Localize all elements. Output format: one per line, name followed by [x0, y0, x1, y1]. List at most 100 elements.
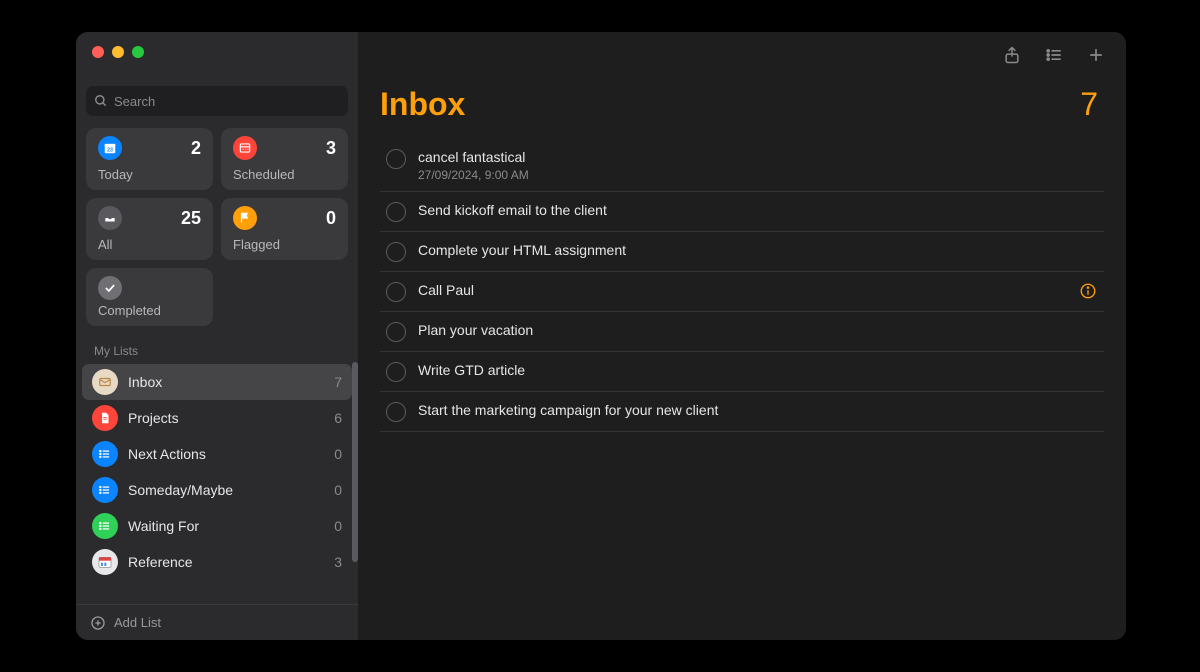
smart-completed-label: Completed [98, 303, 201, 318]
flag-icon [233, 206, 257, 230]
list-count: 0 [334, 482, 342, 498]
sidebar-list-projects[interactable]: Projects6 [82, 400, 352, 436]
list-bullets-icon [1044, 45, 1064, 65]
task-row[interactable]: Call Paul [380, 272, 1104, 312]
tray-icon [98, 206, 122, 230]
sidebar-list-waiting-for[interactable]: Waiting For0 [82, 508, 352, 544]
fullscreen-window-button[interactable] [132, 46, 144, 58]
add-list-label: Add List [114, 615, 161, 630]
smart-all-count: 25 [181, 208, 201, 229]
task-row[interactable]: cancel fantastical 27/09/2024, 9:00 AM [380, 139, 1104, 192]
list-total-count: 7 [1080, 86, 1098, 123]
task-row[interactable]: Plan your vacation [380, 312, 1104, 352]
add-list-button[interactable]: Add List [76, 604, 358, 640]
window-controls [76, 32, 358, 72]
calendar-grid-icon [233, 136, 257, 160]
list-count: 3 [334, 554, 342, 570]
plus-icon [1086, 45, 1106, 65]
task-complete-checkbox[interactable] [386, 242, 406, 262]
search-icon [94, 94, 108, 108]
task-complete-checkbox[interactable] [386, 362, 406, 382]
task-body: Write GTD article [418, 361, 1098, 379]
search-input[interactable] [114, 94, 340, 109]
smart-today[interactable]: 23 2 Today [86, 128, 213, 190]
list-name: Inbox [128, 374, 334, 390]
task-title: cancel fantastical [418, 148, 1098, 166]
list-icon [92, 405, 118, 431]
task-complete-checkbox[interactable] [386, 202, 406, 222]
smart-scheduled-count: 3 [326, 138, 336, 159]
task-body: Complete your HTML assignment [418, 241, 1098, 259]
task-row[interactable]: Start the marketing campaign for your ne… [380, 392, 1104, 432]
list-title: Inbox [380, 86, 465, 123]
view-options-button[interactable] [1044, 45, 1064, 65]
task-complete-checkbox[interactable] [386, 322, 406, 342]
task-body: Plan your vacation [418, 321, 1098, 339]
list-name: Someday/Maybe [128, 482, 334, 498]
sidebar-list-next-actions[interactable]: Next Actions0 [82, 436, 352, 472]
task-row[interactable]: Write GTD article [380, 352, 1104, 392]
share-icon [1002, 45, 1022, 65]
lists-container: Inbox7Projects6Next Actions0Someday/Mayb… [76, 364, 358, 604]
share-button[interactable] [1002, 45, 1022, 65]
task-title: Write GTD article [418, 361, 1098, 379]
smart-all-label: All [98, 237, 201, 252]
smart-completed[interactable]: Completed [86, 268, 213, 326]
task-row[interactable]: Send kickoff email to the client [380, 192, 1104, 232]
task-body: Send kickoff email to the client [418, 201, 1098, 219]
sidebar-list-inbox[interactable]: Inbox7 [82, 364, 352, 400]
list-icon [92, 477, 118, 503]
task-complete-checkbox[interactable] [386, 402, 406, 422]
smart-scheduled-label: Scheduled [233, 167, 336, 182]
sidebar-list-someday-maybe[interactable]: Someday/Maybe0 [82, 472, 352, 508]
task-subtitle: 27/09/2024, 9:00 AM [418, 168, 1098, 182]
smart-scheduled[interactable]: 3 Scheduled [221, 128, 348, 190]
task-title: Complete your HTML assignment [418, 241, 1098, 259]
smart-today-label: Today [98, 167, 201, 182]
task-body: Start the marketing campaign for your ne… [418, 401, 1098, 419]
new-reminder-button[interactable] [1086, 45, 1106, 65]
minimize-window-button[interactable] [112, 46, 124, 58]
sidebar-list-reference[interactable]: Reference3 [82, 544, 352, 580]
task-title: Send kickoff email to the client [418, 201, 1098, 219]
list-name: Projects [128, 410, 334, 426]
smart-flagged-count: 0 [326, 208, 336, 229]
smart-lists-grid: 23 2 Today 3 Scheduled [76, 128, 358, 260]
list-name: Next Actions [128, 446, 334, 462]
mylists-header: My Lists [76, 326, 358, 364]
list-count: 7 [334, 374, 342, 390]
task-title: Plan your vacation [418, 321, 1098, 339]
task-complete-checkbox[interactable] [386, 282, 406, 302]
svg-text:23: 23 [107, 148, 113, 154]
main-pane: Inbox 7 cancel fantastical 27/09/2024, 9:… [358, 32, 1126, 640]
task-title: Start the marketing campaign for your ne… [418, 401, 1098, 419]
task-complete-checkbox[interactable] [386, 149, 406, 169]
list-name: Waiting For [128, 518, 334, 534]
list-icon [92, 369, 118, 395]
task-row[interactable]: Complete your HTML assignment [380, 232, 1104, 272]
task-info-button[interactable] [1078, 281, 1098, 301]
list-icon [92, 441, 118, 467]
task-title: Call Paul [418, 281, 1078, 299]
smart-flagged-label: Flagged [233, 237, 336, 252]
app-window: 23 2 Today 3 Scheduled [76, 32, 1126, 640]
task-body: cancel fantastical 27/09/2024, 9:00 AM [418, 148, 1098, 182]
list-icon [92, 513, 118, 539]
list-count: 0 [334, 446, 342, 462]
smart-today-count: 2 [191, 138, 201, 159]
check-icon [98, 276, 122, 300]
smart-flagged[interactable]: 0 Flagged [221, 198, 348, 260]
info-icon [1079, 282, 1097, 300]
tasks-container: cancel fantastical 27/09/2024, 9:00 AM Sen… [358, 139, 1126, 432]
smart-all[interactable]: 25 All [86, 198, 213, 260]
toolbar [358, 32, 1126, 78]
list-icon [92, 549, 118, 575]
list-count: 6 [334, 410, 342, 426]
sidebar: 23 2 Today 3 Scheduled [76, 32, 358, 640]
list-header: Inbox 7 [358, 78, 1126, 139]
list-name: Reference [128, 554, 334, 570]
task-body: Call Paul [418, 281, 1078, 299]
plus-circle-icon [90, 615, 106, 631]
search-field[interactable] [86, 86, 348, 116]
close-window-button[interactable] [92, 46, 104, 58]
